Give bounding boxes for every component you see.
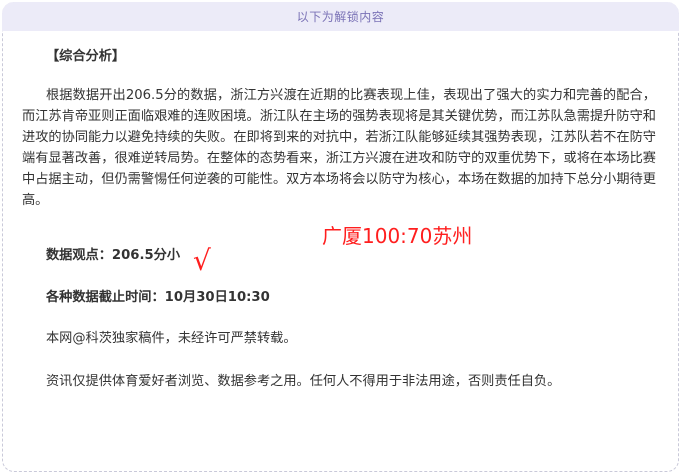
handwritten-score-note: 广厦100:70苏州	[322, 224, 473, 248]
copyright-line: 本网@科茨独家稿件，未经许可严禁转载。	[46, 331, 297, 346]
section-title: 【综合分析】	[46, 49, 126, 64]
article-body: 【综合分析】 根据数据开出206.5分的数据，浙江方兴渡在近期的比赛表现上佳，表…	[22, 46, 668, 211]
unlock-banner-text: 以下为解锁内容	[296, 10, 385, 24]
cutoff-time-line: 各种数据截止时间：10月30日10:30	[46, 290, 270, 305]
disclaimer-line: 资讯仅提供体育爱好者浏览、数据参考之用。任何人不得用于非法用途，否则责任自负。	[46, 374, 561, 389]
data-view-line: 数据观点：206.5分小	[46, 248, 181, 263]
analysis-paragraph: 根据数据开出206.5分的数据，浙江方兴渡在近期的比赛表现上佳，表现出了强大的实…	[22, 88, 656, 208]
unlock-banner: 以下为解锁内容	[2, 2, 679, 31]
check-mark-icon: √	[193, 244, 211, 277]
